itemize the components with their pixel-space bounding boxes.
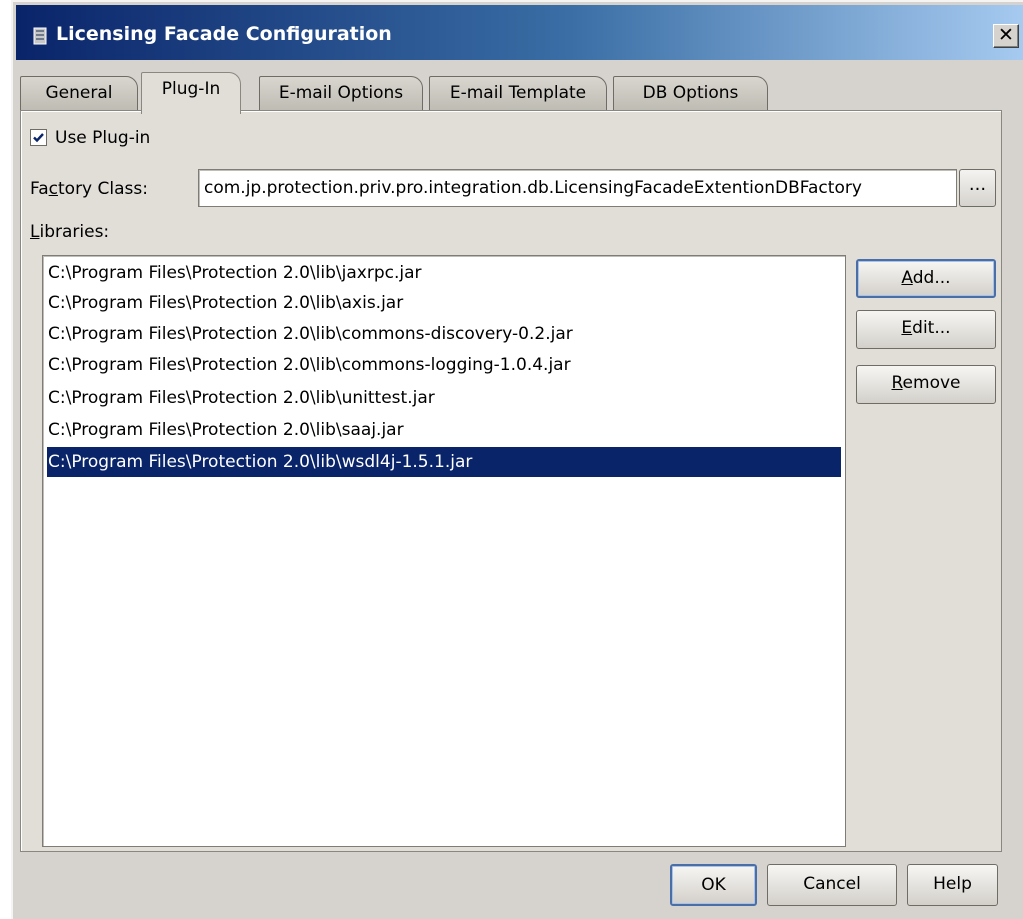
list-item-selected[interactable]: C:\Program Files\Protection 2.0\lib\wsdl…	[47, 447, 841, 477]
tab-db-options[interactable]: DB Options	[613, 76, 768, 112]
tab-email-options[interactable]: E-mail Options	[259, 76, 423, 112]
list-item[interactable]: C:\Program Files\Protection 2.0\lib\comm…	[47, 350, 841, 380]
list-item[interactable]: C:\Program Files\Protection 2.0\lib\saaj…	[47, 415, 841, 445]
list-item[interactable]: C:\Program Files\Protection 2.0\lib\jaxr…	[47, 258, 841, 288]
title-bar[interactable]: Licensing Facade Configuration ✕	[16, 5, 1023, 60]
checkmark-icon	[33, 133, 44, 143]
factory-class-label: Factory Class:	[30, 179, 148, 199]
browse-factory-button[interactable]: ...	[959, 169, 996, 207]
edit-library-button[interactable]: Edit...	[856, 310, 996, 349]
tab-bar: General Plug-In E-mail Options E-mail Te…	[20, 72, 780, 114]
tab-general[interactable]: General	[20, 76, 138, 112]
tab-plug-in[interactable]: Plug-In	[141, 72, 241, 114]
remove-library-button[interactable]: Remove	[856, 365, 996, 404]
ok-button[interactable]: OK	[670, 864, 757, 906]
cancel-button[interactable]: Cancel	[767, 864, 897, 906]
use-plugin-checkbox[interactable]	[30, 129, 47, 146]
libraries-list[interactable]: C:\Program Files\Protection 2.0\lib\jaxr…	[42, 255, 846, 847]
close-icon: ✕	[998, 24, 1014, 46]
tab-email-template[interactable]: E-mail Template	[429, 76, 607, 112]
app-icon	[33, 27, 47, 45]
close-button[interactable]: ✕	[993, 24, 1019, 48]
factory-class-field[interactable]: com.jp.protection.priv.pro.integration.d…	[198, 169, 957, 207]
list-item[interactable]: C:\Program Files\Protection 2.0\lib\unit…	[47, 383, 841, 413]
window-title: Licensing Facade Configuration	[56, 23, 392, 45]
libraries-label: Libraries:	[30, 222, 110, 242]
help-button[interactable]: Help	[907, 864, 998, 906]
use-plugin-label: Use Plug-in	[55, 128, 151, 148]
list-item[interactable]: C:\Program Files\Protection 2.0\lib\axis…	[47, 288, 841, 318]
add-library-button[interactable]: Add...	[856, 259, 996, 298]
list-item[interactable]: C:\Program Files\Protection 2.0\lib\comm…	[47, 319, 841, 349]
